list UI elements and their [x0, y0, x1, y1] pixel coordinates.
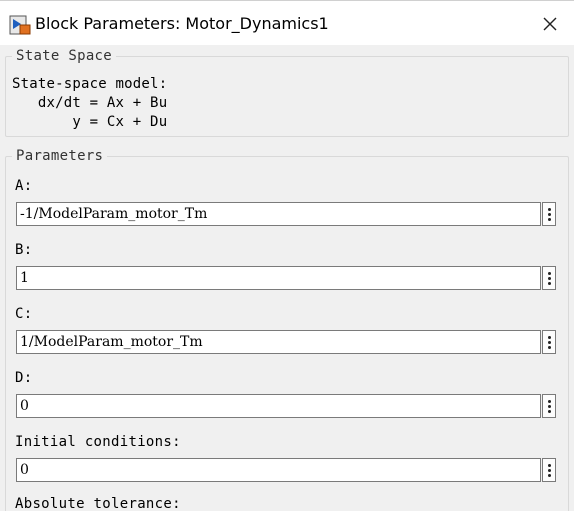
- param-d-options-button[interactable]: [542, 394, 556, 418]
- param-label-initial-conditions: Initial conditions:: [15, 434, 181, 450]
- param-label-c: C:: [15, 306, 33, 322]
- window-titlebar: Block Parameters: Motor_Dynamics1: [0, 0, 574, 45]
- state-space-group-title: State Space: [12, 47, 117, 65]
- param-c-options-button[interactable]: [542, 330, 556, 354]
- close-button[interactable]: [532, 9, 568, 41]
- param-input-b[interactable]: 1: [16, 266, 541, 290]
- window-title: Block Parameters: Motor_Dynamics1: [35, 14, 329, 33]
- description-line-1: State-space model:: [12, 76, 168, 92]
- description-line-2: dx/dt = Ax + Bu: [12, 95, 168, 111]
- param-label-b: B:: [15, 242, 33, 258]
- param-initial-conditions-options-button[interactable]: [542, 458, 556, 482]
- param-input-a[interactable]: -1/ModelParam_motor_Tm: [16, 202, 541, 226]
- param-input-initial-conditions[interactable]: 0: [16, 458, 541, 482]
- parameters-group-title: Parameters: [12, 147, 108, 165]
- param-input-d[interactable]: 0: [16, 394, 541, 418]
- param-label-a: A:: [15, 178, 33, 194]
- param-label-absolute-tolerance: Absolute tolerance:: [15, 496, 181, 511]
- simulink-block-icon: [9, 15, 31, 35]
- param-b-options-button[interactable]: [542, 266, 556, 290]
- description-line-3: y = Cx + Du: [12, 114, 168, 130]
- param-a-options-button[interactable]: [542, 202, 556, 226]
- param-label-d: D:: [15, 370, 33, 386]
- state-space-group: State Space State-space model: dx/dt = A…: [5, 47, 569, 137]
- param-input-c[interactable]: 1/ModelParam_motor_Tm: [16, 330, 541, 354]
- dialog-content: State Space State-space model: dx/dt = A…: [0, 45, 574, 511]
- close-icon: [543, 16, 557, 35]
